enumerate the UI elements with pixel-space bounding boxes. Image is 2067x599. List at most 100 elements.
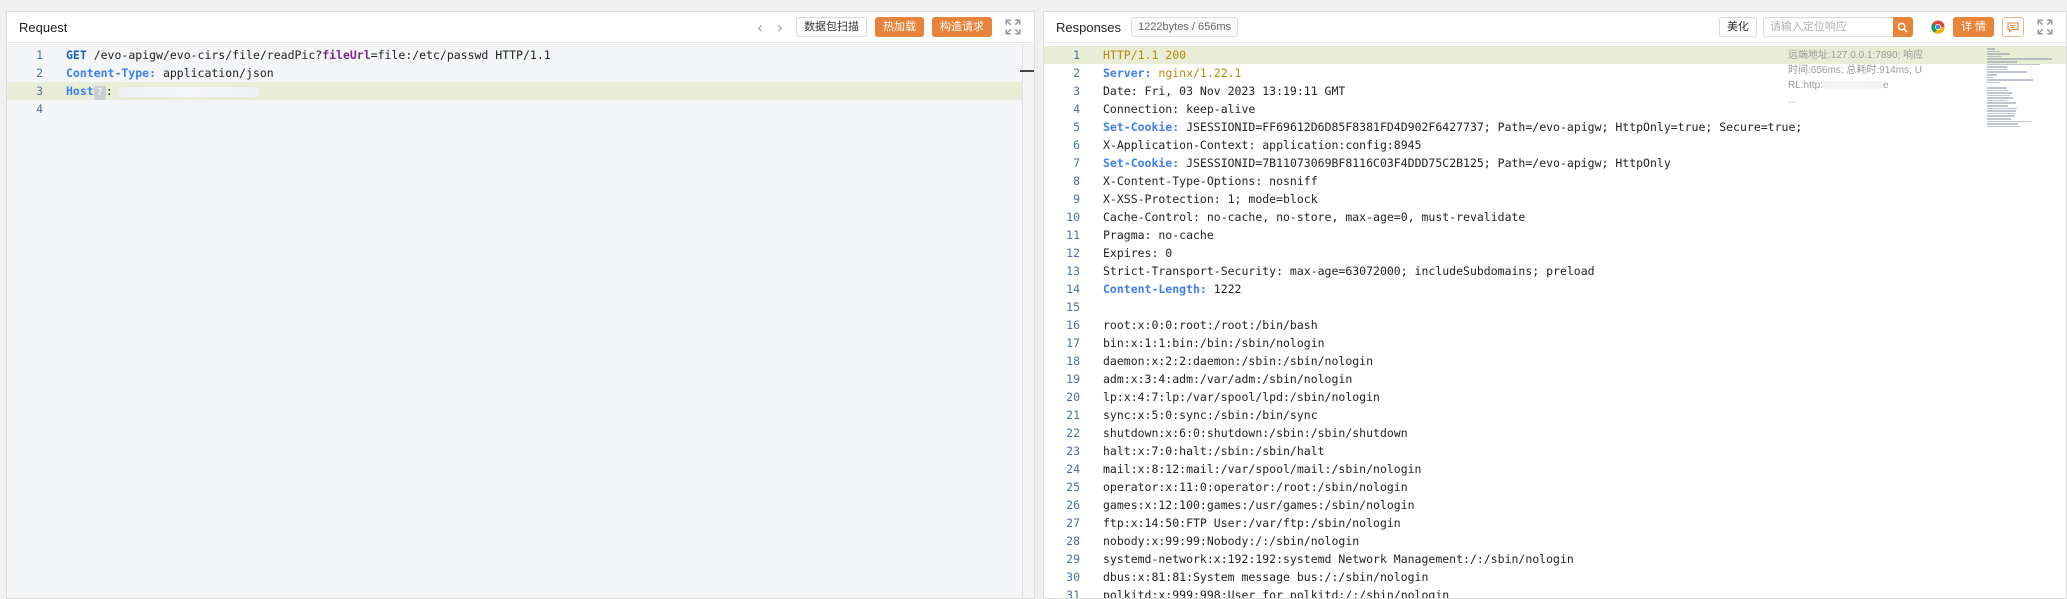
code-line: 12 Expires: 0 [1044, 244, 2066, 262]
code-line: 24 mail:x:8:12:mail:/var/spool/mail:/sbin… [1044, 460, 2066, 478]
meta-url: RL:http: e [1788, 78, 1938, 93]
code-line: 4 [7, 100, 1034, 118]
beautify-button[interactable]: 美化 [1718, 17, 1757, 37]
line-number: 1 [36, 48, 43, 62]
host-hint-badge[interactable]: ? [93, 86, 106, 100]
code-line: 8 X-Content-Type-Options: nosniff [1044, 172, 2066, 190]
line-text: Server: nginx/1.22.1 [1103, 64, 1241, 82]
minimap-line [1987, 79, 2034, 81]
line-number: 12 [1066, 246, 1080, 260]
code-token: mail:x:8:12:mail:/var/spool/mail:/sbin/n… [1103, 462, 1422, 476]
code-line: 7 Set-Cookie: JSESSIONID=7B11073069BF8116… [1044, 154, 2066, 172]
packet-scan-button[interactable]: 数据包扫描 [796, 17, 867, 37]
code-token: 1222 [1206, 282, 1242, 296]
line-text: adm:x:3:4:adm:/var/adm:/sbin/nologin [1103, 370, 1352, 388]
expand-icon[interactable] [1004, 18, 1022, 36]
construct-request-button[interactable]: 构造请求 [932, 17, 992, 37]
line-text: X-XSS-Protection: 1; mode=block [1103, 190, 1318, 208]
minimap-line [1987, 118, 2012, 120]
line-number: 22 [1066, 426, 1080, 440]
code-keyword: fileUrl [322, 48, 371, 62]
expand-icon[interactable] [2036, 18, 2054, 36]
line-text: bin:x:1:1:bin:/bin:/sbin/nologin [1103, 334, 1325, 352]
code-line: 23 halt:x:7:0:halt:/sbin:/sbin/halt [1044, 442, 2066, 460]
code-line: 15 [1044, 298, 2066, 316]
search-button[interactable] [1892, 17, 1913, 37]
code-line: 11 Pragma: no-cache [1044, 226, 2066, 244]
minimap-line [1987, 58, 2052, 60]
line-number: 13 [1066, 264, 1080, 278]
line-text: games:x:12:100:games:/usr/games:/sbin/no… [1103, 496, 1415, 514]
code-minimap[interactable] [1987, 48, 2052, 138]
line-text: nobody:x:99:99:Nobody:/:/sbin/nologin [1103, 532, 1359, 550]
line-number: 16 [1066, 318, 1080, 332]
minimap-line [1987, 60, 2017, 63]
code-token: games:x:12:100:games:/usr/games:/sbin/no… [1103, 498, 1415, 512]
minimap-line [1987, 48, 1995, 50]
code-token: sync:x:5:0:sync:/sbin:/bin/sync [1103, 408, 1318, 422]
minimap-line [1987, 63, 2041, 66]
line-text: X-Content-Type-Options: nosniff [1103, 172, 1318, 190]
meta-remote-address: 远端地址:127.0.0.1:7890; 响应 [1788, 50, 1924, 61]
line-number: 10 [1066, 210, 1080, 224]
code-token: daemon:x:2:2:daemon:/sbin:/sbin/nologin [1103, 354, 1374, 368]
meta-ellipsis: ... [1788, 95, 1797, 106]
code-line: 18 daemon:x:2:2:daemon:/sbin:/sbin/nologi… [1044, 352, 2066, 370]
code-token: Cache-Control: no-cache, no-store, max-a… [1103, 210, 1526, 224]
code-keyword: HTTP/1.1 200 [1103, 48, 1187, 62]
line-number: 23 [1066, 444, 1080, 458]
chrome-icon[interactable] [1931, 20, 1945, 34]
hot-load-button[interactable]: 热加载 [875, 17, 924, 37]
code-token: /evo-apigw/evo-cirs/file/readPic? [86, 48, 323, 62]
meta-timing: 时间:656ms; 总耗时:914ms; U [1788, 65, 1922, 76]
code-line: 22 shutdown:x:6:0:shutdown:/sbin:/sbin/sh… [1044, 424, 2066, 442]
line-text: operator:x:11:0:operator:/root:/sbin/nol… [1103, 478, 1408, 496]
code-line: 10 Cache-Control: no-cache, no-store, max… [1044, 208, 2066, 226]
line-text: polkitd:x:999:998:User for polkitd:/:/sb… [1103, 586, 1449, 598]
line-number: 18 [1066, 354, 1080, 368]
line-number: 11 [1066, 228, 1080, 242]
line-number: 24 [1066, 462, 1080, 476]
chevron-right-icon[interactable]: › [770, 18, 790, 37]
meta-url-suffix: e [1883, 80, 1889, 91]
code-line: 5 Set-Cookie: JSESSIONID=FF69612D6D85F838… [1044, 118, 2066, 136]
request-scrollbar[interactable] [1022, 44, 1034, 598]
line-text: Connection: keep-alive [1103, 100, 1255, 118]
response-stats-badge: 1222bytes / 656ms [1131, 17, 1238, 37]
minimap-line [1987, 55, 2002, 58]
code-keyword: Content-Type: [66, 66, 157, 80]
minimap-line [1987, 115, 2015, 118]
redacted-url [1823, 81, 1884, 90]
line-number: 8 [1073, 174, 1080, 188]
detail-button[interactable]: 详 情 [1952, 17, 1994, 37]
code-token: systemd-network:x:192:192:systemd Networ… [1103, 552, 1574, 566]
minimap-line [1987, 71, 2027, 73]
code-line: 13 Strict-Transport-Security: max-age=630… [1044, 262, 2066, 280]
code-keyword: Host [66, 84, 94, 98]
code-line: 17 bin:x:1:1:bin:/bin:/sbin/nologin [1044, 334, 2066, 352]
code-keyword: Content-Length: [1103, 282, 1207, 296]
line-text: X-Application-Context: application:confi… [1103, 136, 1422, 154]
code-keyword: GET [66, 48, 87, 62]
line-number: 2 [36, 66, 43, 80]
response-editor[interactable]: 1 HTTP/1.1 200 2 Server: nginx/1.22.1 3 Date:… [1044, 44, 2066, 598]
code-line: 2 Content-Type: application/json [7, 64, 1034, 82]
minimap-line [1987, 68, 2008, 71]
minimap-line [1987, 73, 1998, 76]
code-line: 28 nobody:x:99:99:Nobody:/:/sbin/nologin [1044, 532, 2066, 550]
response-search-input[interactable] [1762, 17, 1893, 37]
code-token: X-Application-Context: application:confi… [1103, 138, 1422, 152]
comment-button[interactable] [2002, 17, 2024, 37]
code-keyword: Set-Cookie: [1103, 120, 1180, 134]
minimap-line [1987, 97, 2013, 99]
minimap-line [1987, 120, 2032, 123]
code-line: 20 lp:x:4:7:lp:/var/spool/lpd:/sbin/nolog… [1044, 388, 2066, 406]
chevron-left-icon[interactable]: ‹ [750, 18, 770, 37]
request-editor[interactable]: 1 GET /evo-apigw/evo-cirs/file/readPic?fi… [7, 44, 1034, 598]
minimap-line [1987, 112, 2017, 115]
line-number: 1 [1073, 48, 1080, 62]
code-keyword: Server: [1103, 66, 1152, 80]
line-text: Content-Type: application/json [66, 64, 274, 82]
code-line: 25 operator:x:11:0:operator:/root:/sbin/n… [1044, 478, 2066, 496]
code-token: JSESSIONID=FF69612D6D85F8381FD4D902F6427… [1179, 120, 1803, 134]
